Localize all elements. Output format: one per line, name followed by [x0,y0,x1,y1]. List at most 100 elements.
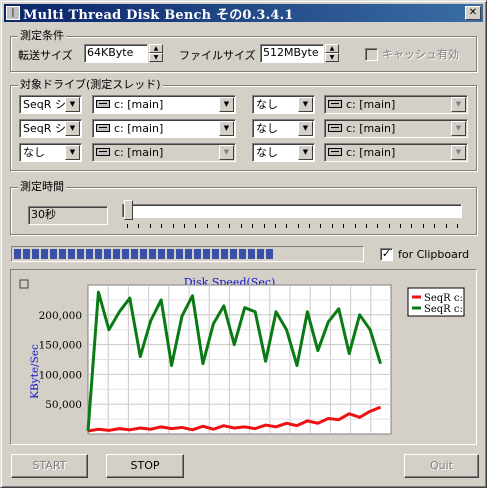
mode-select-r1c2[interactable]: なし ▼ [252,95,315,114]
drive-select-value: c: [main] [114,122,164,135]
progress-block [104,249,111,259]
legend-label: SeqR c: [424,293,463,304]
slider-tick [274,224,276,228]
slider-tick [252,224,254,228]
slider-tick [400,224,402,228]
close-button[interactable]: ✕ [465,6,481,20]
progress-block [185,249,192,259]
start-button[interactable]: START [11,454,88,478]
time-group-title: 測定時間 [18,180,66,194]
slider-tick [434,224,436,228]
progress-block [113,249,120,259]
slider-tick [331,224,333,228]
chevron-down-icon[interactable]: ▼ [219,145,234,160]
drive-icon [328,100,342,108]
legend-label: SeqR c: [424,304,463,315]
title-bar[interactable]: | Multi Thread Disk Bench その0.3.4.1 ✕ [4,4,483,23]
progress-block [257,249,264,259]
progress-block [203,249,210,259]
chevron-down-icon[interactable]: ▼ [451,121,466,136]
progress-block [140,249,147,259]
slider-tick [343,224,345,228]
mode-select-r2c1[interactable]: SeqR シー ▼ [19,119,82,138]
time-slider-thumb[interactable] [124,200,133,220]
chevron-down-icon[interactable]: ▼ [219,121,234,136]
drive-icon [96,124,110,132]
progress-block [167,249,174,259]
progress-block [32,249,39,259]
chart-corner-box [19,279,29,289]
progress-block [122,249,129,259]
chevron-down-icon[interactable]: ▼ [298,145,313,160]
slider-tick [240,224,242,228]
mode-select-r2c2[interactable]: なし ▼ [252,119,315,138]
drive-select-value: c: [main] [114,98,164,111]
chevron-down-icon[interactable]: ▼ [65,121,80,136]
progress-block [221,249,228,259]
file-size-field[interactable]: 512MByte [260,44,324,63]
slider-tick [206,224,208,228]
transfer-size-spinner[interactable]: ▲ ▼ [149,44,163,63]
transfer-size-label: 転送サイズ [18,49,73,62]
drives-group-title: 対象ドライブ(測定スレッド) [18,78,163,92]
chevron-down-icon[interactable]: ▼ [298,97,313,112]
drive-select-r1c1[interactable]: c: [main] ▼ [92,95,236,114]
progress-block [212,249,219,259]
progress-block [50,249,57,259]
chevron-down-icon[interactable]: ▼ [451,97,466,112]
transfer-size-field[interactable]: 64KByte [84,44,148,63]
spin-down-icon[interactable]: ▼ [149,53,163,62]
chevron-down-icon[interactable]: ▼ [219,97,234,112]
progress-block [95,249,102,259]
slider-tick [229,224,231,228]
stop-button[interactable]: STOP [106,454,184,478]
progress-block [77,249,84,259]
slider-tick [422,224,424,228]
drive-select-r2c1[interactable]: c: [main] ▼ [92,119,236,138]
mode-select-r3c2[interactable]: なし ▼ [252,143,315,162]
chevron-down-icon[interactable]: ▼ [451,145,466,160]
spin-up-icon[interactable]: ▲ [149,44,163,53]
slider-tick [195,224,197,228]
drive-select-r2c2[interactable]: c: [main] ▼ [324,119,468,138]
y-tick-label: 150,000 [39,340,82,352]
mode-select-r1c1[interactable]: SeqR シー ▼ [19,95,82,114]
progress-block [149,249,156,259]
progress-block [239,249,246,259]
spin-up-icon[interactable]: ▲ [325,44,339,53]
clipboard-label: for Clipboard [398,248,470,261]
slider-tick [354,224,356,228]
progress-block [194,249,201,259]
file-size-label: ファイルサイズ [179,49,256,62]
y-tick-label: 100,000 [39,369,82,381]
slider-tick [172,224,174,228]
drive-select-r1c2[interactable]: c: [main] ▼ [324,95,468,114]
mode-select-value: なし [256,98,278,111]
drive-select-value: c: [main] [346,146,396,159]
slider-tick [457,224,458,228]
drive-select-r3c1[interactable]: c: [main] ▼ [92,143,236,162]
drive-select-r3c2[interactable]: c: [main] ▼ [324,143,468,162]
chevron-down-icon[interactable]: ▼ [65,97,80,112]
mode-select-value: なし [23,146,45,159]
time-slider-ticks [127,224,458,228]
time-slider-track[interactable] [122,204,462,218]
progress-block [131,249,138,259]
slider-tick [127,224,128,228]
slider-tick [149,224,151,228]
chevron-down-icon[interactable]: ▼ [298,121,313,136]
progress-block [23,249,30,259]
file-size-spinner[interactable]: ▲ ▼ [325,44,339,63]
quit-button[interactable]: Quit [404,454,479,478]
cache-checkbox[interactable] [365,48,378,61]
clipboard-checkbox[interactable]: ✓ [380,248,393,261]
chevron-down-icon[interactable]: ▼ [65,145,80,160]
progress-block [248,249,255,259]
drive-select-value: c: [main] [346,122,396,135]
progress-block [176,249,183,259]
speed-chart: Disk Speed(Sec)50,000100,000150,000200,0… [19,276,465,435]
drive-icon [328,148,342,156]
spin-down-icon[interactable]: ▼ [325,53,339,62]
mode-select-r3c1[interactable]: なし ▼ [19,143,82,162]
slider-tick [297,224,299,228]
